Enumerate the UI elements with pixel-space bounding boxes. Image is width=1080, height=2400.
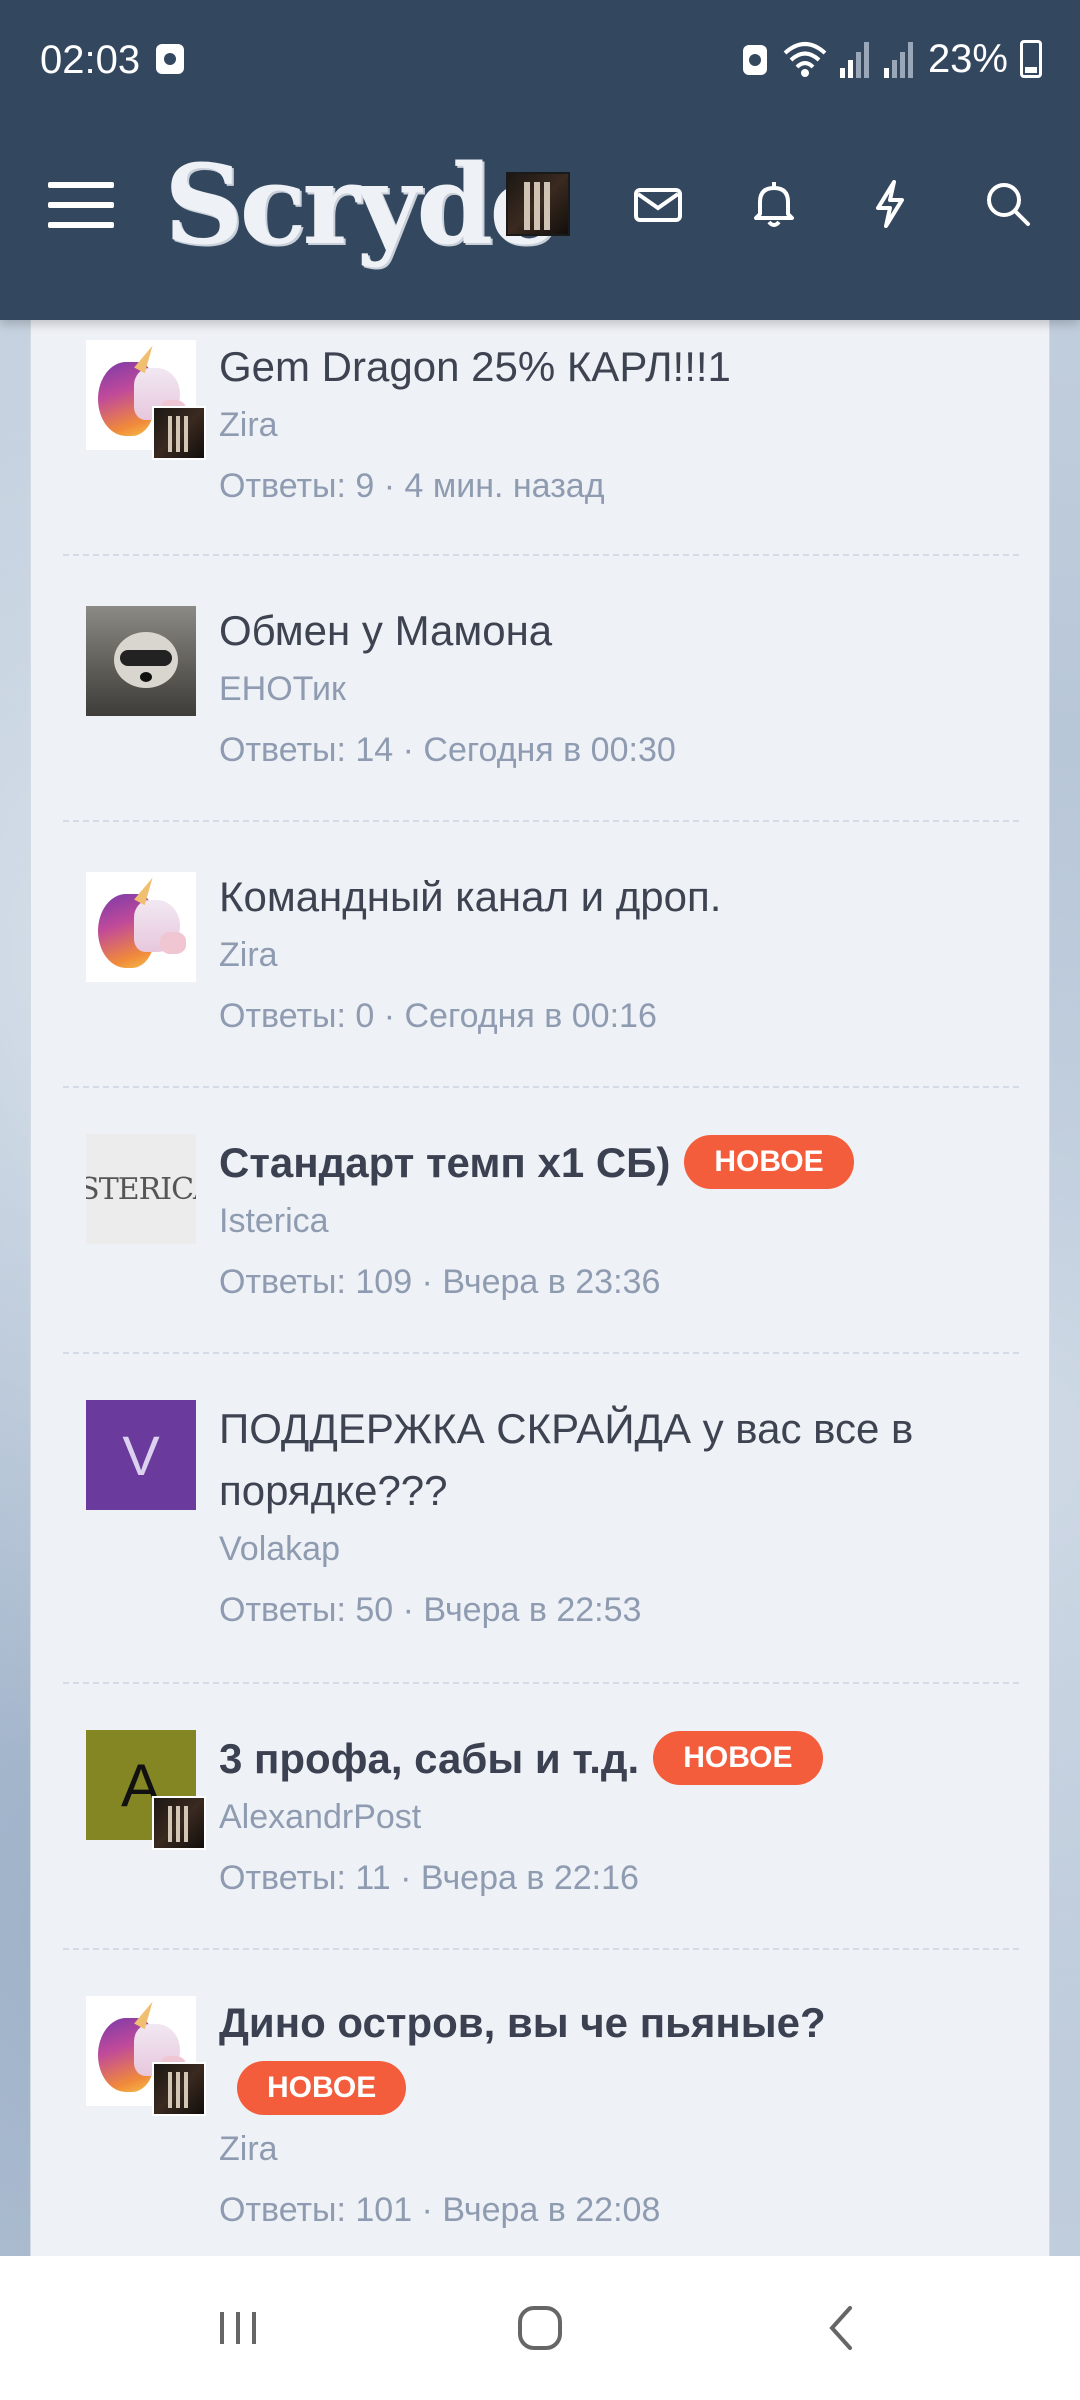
thread-author[interactable]: Zira (219, 928, 979, 982)
thread-avatar[interactable] (86, 606, 196, 716)
new-badge: НОВОЕ (237, 2060, 407, 2115)
isterica-avatar: ISTERICA (86, 1134, 196, 1244)
thread-title[interactable]: Gem Dragon 25% КАРЛ!!!1 (219, 336, 979, 398)
thread-item[interactable]: V ПОДДЕРЖКА СКРАЙДА у вас все в порядке?… (63, 1354, 1019, 1684)
thread-title[interactable]: 3 профа, сабы и т.д. НОВОЕ (219, 1728, 979, 1790)
last-poster-avatar[interactable] (152, 2062, 206, 2116)
thread-author[interactable]: ЕНОТик (219, 662, 979, 716)
thread-avatar[interactable]: ISTERICA (86, 1134, 196, 1244)
thread-body: Gem Dragon 25% КАРЛ!!!1 Zira Ответы: 9 ·… (219, 336, 979, 516)
menu-icon[interactable] (48, 176, 114, 232)
thread-author[interactable]: AlexandrPost (219, 1790, 979, 1844)
search-icon[interactable] (978, 174, 1038, 234)
thread-author[interactable]: Zira (219, 398, 979, 452)
thread-meta: Ответы: 109 · Вчера в 23:36 (219, 1263, 661, 1301)
thread-title[interactable]: Дино остров, вы че пьяные? НОВОЕ (219, 1990, 979, 2122)
signal-icon-2 (883, 42, 913, 78)
status-time: 02:03 (40, 38, 141, 82)
app-header: 02:03 23% Scryde (0, 0, 1080, 320)
thread-avatar[interactable] (86, 1996, 206, 2116)
thread-author[interactable]: Zira (219, 2122, 979, 2176)
thread-item[interactable]: Gem Dragon 25% КАРЛ!!!1 Zira Ответы: 9 ·… (63, 320, 1019, 556)
thread-meta: Ответы: 9 · 4 мин. назад (219, 467, 605, 505)
battery-icon (1020, 40, 1042, 78)
battery-percent: 23% (927, 36, 1008, 81)
thread-title-text[interactable]: Стандарт темп х1 СБ) (219, 1139, 670, 1186)
thread-body: Командный канал и дроп. Zira Ответы: 0 ·… (219, 866, 979, 1046)
mail-icon[interactable] (628, 174, 688, 234)
thread-meta: Ответы: 50 · Вчера в 22:53 (219, 1591, 642, 1629)
thread-body: Стандарт темп х1 СБ) НОВОЕ Isterica Ответ… (219, 1132, 979, 1312)
thread-title[interactable]: ПОДДЕРЖКА СКРАЙДА у вас все в порядке??? (219, 1398, 979, 1522)
back-icon[interactable] (782, 2256, 902, 2400)
thread-meta: Ответы: 101 · Вчера в 22:08 (219, 2191, 661, 2229)
thread-item[interactable]: Дино остров, вы че пьяные? НОВОЕ Zira Отв… (63, 1950, 1019, 2256)
thread-avatar[interactable] (86, 340, 206, 460)
last-poster-avatar[interactable] (152, 1796, 206, 1850)
thread-avatar[interactable] (86, 872, 196, 982)
bell-icon[interactable] (744, 174, 804, 234)
thread-body: Дино остров, вы че пьяные? НОВОЕ Zira Отв… (219, 1990, 979, 2240)
letter-avatar: V (86, 1400, 196, 1510)
thread-item[interactable]: A 3 профа, сабы и т.д. НОВОЕ AlexandrPost… (63, 1684, 1019, 1950)
new-badge: НОВОЕ (653, 1730, 823, 1785)
last-poster-avatar[interactable] (152, 406, 206, 460)
thread-author[interactable]: Volakap (219, 1522, 979, 1576)
thread-avatar[interactable]: V (86, 1400, 196, 1510)
thread-body: 3 профа, сабы и т.д. НОВОЕ AlexandrPost О… (219, 1728, 979, 1908)
thread-meta: Ответы: 11 · Вчера в 22:16 (219, 1859, 639, 1897)
thread-title[interactable]: Командный канал и дроп. (219, 866, 979, 928)
thread-title[interactable]: Обмен у Мамона (219, 600, 979, 662)
raccoon-avatar (86, 606, 196, 716)
thread-avatar[interactable]: A (86, 1730, 206, 1850)
thread-title-text[interactable]: 3 профа, сабы и т.д. (219, 1735, 639, 1782)
new-badge: НОВОЕ (684, 1134, 854, 1189)
thread-body: Обмен у Мамона ЕНОТик Ответы: 14 · Сегод… (219, 600, 979, 780)
thread-item[interactable]: Командный канал и дроп. Zira Ответы: 0 ·… (63, 822, 1019, 1088)
lightning-icon[interactable] (860, 174, 920, 234)
thread-title[interactable]: Стандарт темп х1 СБ) НОВОЕ (219, 1132, 979, 1194)
notification-icon (156, 44, 184, 74)
status-icons: 23% (740, 36, 1042, 82)
recent-apps-icon[interactable] (178, 2256, 298, 2400)
thread-meta: Ответы: 0 · Сегодня в 00:16 (219, 997, 657, 1035)
site-logo[interactable]: Scryde (164, 140, 559, 269)
thread-title-text[interactable]: Дино остров, вы че пьяные? (219, 1999, 826, 2046)
system-nav-bar (0, 2256, 1080, 2400)
nav-row: Scryde (0, 130, 1080, 280)
user-avatar[interactable] (506, 172, 570, 236)
status-bar: 02:03 23% (0, 0, 1080, 120)
battery-saver-icon (742, 45, 767, 75)
thread-item[interactable]: ISTERICA Стандарт темп х1 СБ) НОВОЕ Ister… (63, 1088, 1019, 1354)
thread-meta: Ответы: 14 · Сегодня в 00:30 (219, 731, 676, 769)
home-icon[interactable] (480, 2256, 600, 2400)
signal-icon-1 (839, 42, 869, 78)
thread-list: Gem Dragon 25% КАРЛ!!!1 Zira Ответы: 9 ·… (30, 320, 1050, 2256)
wifi-icon (783, 42, 827, 77)
thread-item[interactable]: Обмен у Мамона ЕНОТик Ответы: 14 · Сегод… (63, 556, 1019, 822)
thread-author[interactable]: Isterica (219, 1194, 979, 1248)
thread-body: ПОДДЕРЖКА СКРАЙДА у вас все в порядке???… (219, 1398, 979, 1640)
unicorn-avatar (86, 872, 196, 982)
